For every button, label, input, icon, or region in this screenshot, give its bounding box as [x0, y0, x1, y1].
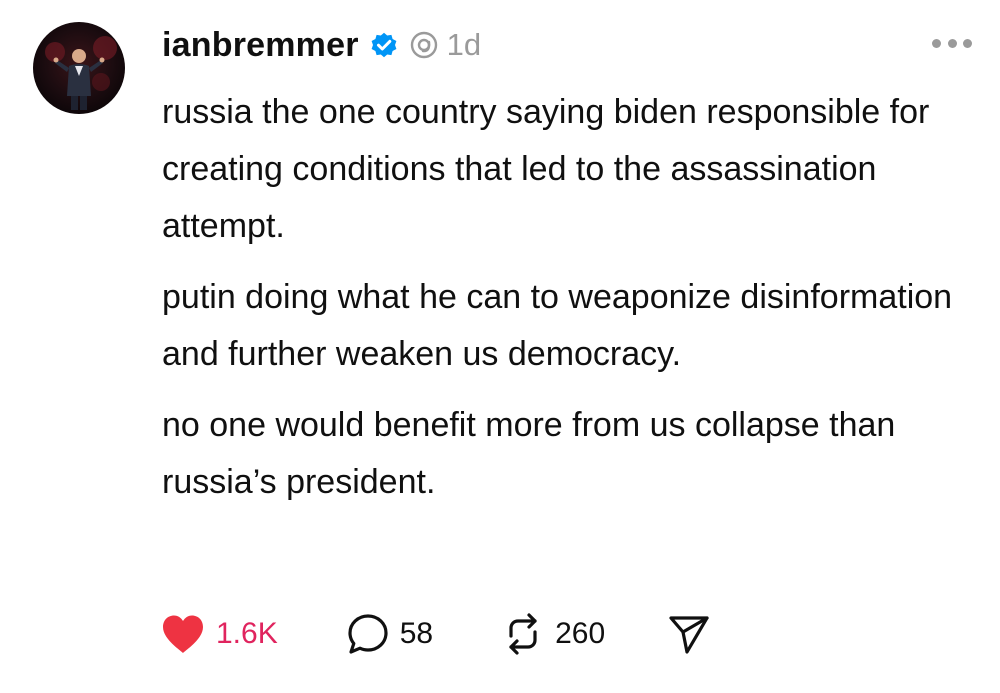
repost-arrows-icon: [509, 613, 537, 655]
more-dots-icon: [947, 38, 957, 48]
send-icon: [669, 616, 709, 654]
like-count: 1.6K: [216, 617, 278, 650]
more-dots-icon: [932, 38, 941, 48]
threads-logo-icon: [409, 30, 439, 60]
comment-bubble-icon: [348, 614, 388, 654]
reply-count: 58: [399, 617, 434, 650]
more-dots-icon: [963, 38, 972, 48]
verified-badge-icon: [369, 30, 399, 60]
action-bar: 1.6K 58 260: [160, 608, 711, 660]
username[interactable]: ianbremmer: [162, 26, 359, 65]
post-header: ianbremmer 1d: [162, 20, 481, 70]
heart-icon: [163, 615, 203, 653]
avatar[interactable]: [33, 22, 125, 114]
post-paragraph: russia the one country saying biden resp…: [162, 93, 930, 245]
like-button[interactable]: 1.6K: [160, 613, 278, 655]
avatar-image: [33, 22, 125, 114]
post-timestamp: 1d: [446, 27, 482, 62]
post-paragraph: putin doing what he can to weaponize dis…: [162, 278, 953, 373]
post-card: ianbremmer 1d russia the one country say…: [0, 0, 1000, 693]
share-button[interactable]: [667, 612, 711, 656]
reply-button[interactable]: 58: [346, 612, 433, 656]
repost-button[interactable]: 260: [501, 612, 605, 656]
post-body: russia the one country saying biden resp…: [162, 84, 982, 525]
repost-count: 260: [555, 617, 606, 650]
post-paragraph: no one would benefit more from us collap…: [162, 406, 896, 501]
more-options-button[interactable]: [932, 33, 972, 53]
